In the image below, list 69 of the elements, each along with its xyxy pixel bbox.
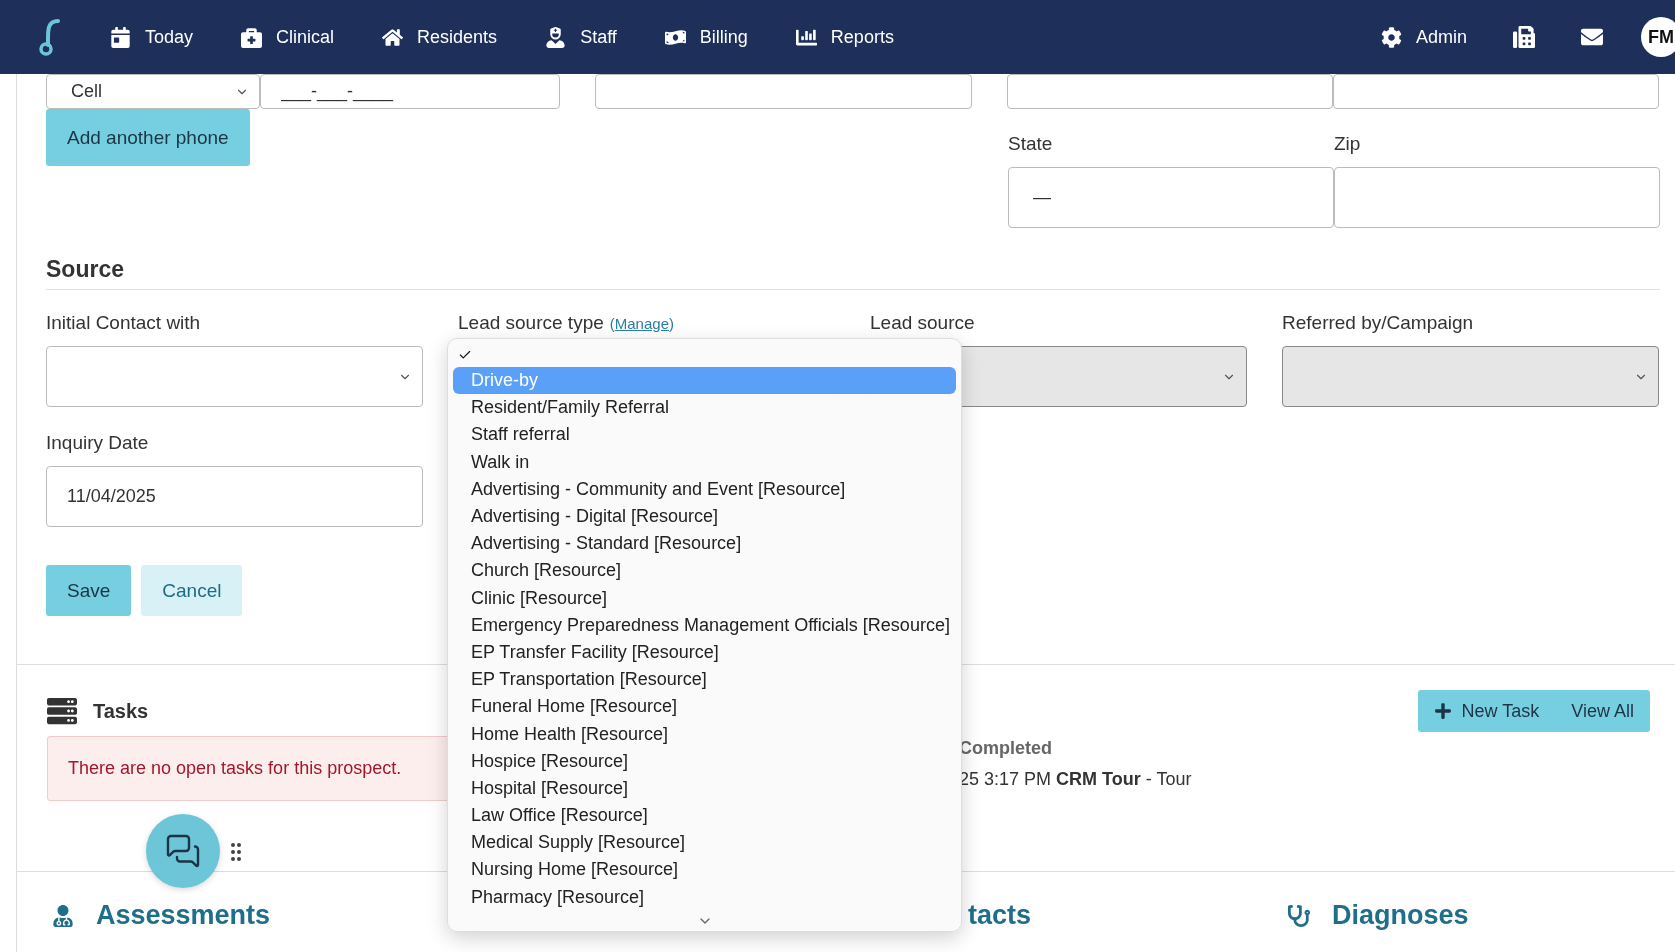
select-field[interactable]: [46, 346, 423, 407]
chat-button[interactable]: [146, 814, 220, 888]
select-field[interactable]: Cell: [46, 74, 260, 109]
mail-icon[interactable]: [1581, 26, 1603, 48]
parenthesis: ): [669, 314, 674, 332]
dropdown-option[interactable]: EP Transportation [Resource]: [453, 666, 956, 694]
dropdown-option[interactable]: Advertising - Standard [Resource]: [453, 530, 956, 558]
dropdown-option[interactable]: Walk in: [453, 448, 956, 476]
dropdown-option[interactable]: Clinic [Resource]: [453, 584, 956, 612]
add-phone-button[interactable]: Add another phone: [46, 109, 250, 166]
dropdown-option[interactable]: Nursing Home [Resource]: [453, 856, 956, 884]
nav-link[interactable]: Billing: [664, 26, 748, 48]
dropdown-option[interactable]: Funeral Home [Resource]: [453, 693, 956, 721]
nav-link[interactable]: Admin: [1380, 26, 1467, 48]
field-label: Initial Contact with: [46, 312, 201, 334]
task-button[interactable]: View All: [1555, 690, 1650, 732]
settings-icon: [1380, 26, 1402, 48]
section-title: Tasks: [93, 699, 149, 723]
user-avatar[interactable]: FM: [1641, 17, 1675, 57]
list-icon: [47, 696, 77, 726]
manage-link[interactable]: Manage: [614, 314, 669, 332]
form-button[interactable]: Cancel: [141, 565, 243, 616]
nav-link[interactable]: Staff: [545, 26, 617, 48]
logo-icon[interactable]: [36, 18, 62, 56]
dropdown-option[interactable]: Advertising - Digital [Resource]: [453, 502, 956, 531]
field-label: Inquiry Date: [46, 431, 150, 455]
dropdown-option[interactable]: Pharmacy [Resource]: [453, 883, 956, 911]
input-field[interactable]: [1007, 74, 1333, 109]
section-heading[interactable]: Diagnoses: [1332, 900, 1469, 931]
fax-icon[interactable]: [1513, 26, 1535, 48]
nav-link[interactable]: Clinical: [241, 26, 335, 48]
nav-link[interactable]: Today: [110, 26, 194, 48]
person-icon: [545, 26, 567, 48]
calendar-icon: [110, 26, 131, 48]
dropdown-option[interactable]: Emergency Preparedness Management Officials [Resource]: [453, 611, 956, 639]
field-label: State: [1008, 132, 1054, 156]
input-field[interactable]: ___-___-____: [260, 74, 560, 109]
task-button[interactable]: New Task: [1417, 690, 1556, 732]
recent-heading: Completed: [959, 738, 1053, 759]
field-label: Referred by/Campaign: [1282, 312, 1474, 334]
dropdown-option[interactable]: Medical Supply [Resource]: [453, 829, 956, 857]
section-heading[interactable]: tacts: [968, 900, 1032, 931]
input-field[interactable]: [595, 74, 972, 109]
dropdown-option[interactable]: Staff referral: [453, 421, 956, 449]
input-field[interactable]: [1334, 167, 1660, 228]
field-label: Lead source: [870, 312, 975, 334]
parenthesis: (: [609, 314, 615, 332]
stethoscope-icon: [1288, 904, 1310, 927]
person-icon: [52, 904, 74, 927]
house-icon: [382, 26, 404, 48]
form-button[interactable]: Save: [46, 565, 132, 616]
field-label: Lead source type: [458, 312, 604, 334]
chat-icon: [165, 833, 201, 869]
dropdown-option[interactable]: Law Office [Resource]: [453, 802, 956, 830]
medical-bag-icon: [241, 26, 263, 48]
dropdown-option[interactable]: Advertising - Community and Event [Resource]: [453, 475, 956, 503]
check-icon: [458, 348, 472, 362]
field-label: Zip: [1334, 132, 1362, 156]
select-field[interactable]: —: [1008, 167, 1334, 228]
dropdown-option[interactable]: Church [Resource]: [453, 557, 956, 585]
section-title: Source: [46, 256, 1660, 290]
input-field[interactable]: [1333, 74, 1659, 109]
section-heading[interactable]: Assessments: [96, 900, 271, 931]
plus-icon: [1433, 702, 1452, 720]
date-field[interactable]: 11/04/2025: [46, 466, 423, 527]
dropdown-option[interactable]: Resident/Family Referral: [453, 394, 956, 422]
nav-link[interactable]: Residents: [382, 26, 498, 48]
dropdown-option[interactable]: EP Transfer Facility [Resource]: [453, 638, 956, 667]
nav-link[interactable]: Reports: [795, 26, 894, 48]
